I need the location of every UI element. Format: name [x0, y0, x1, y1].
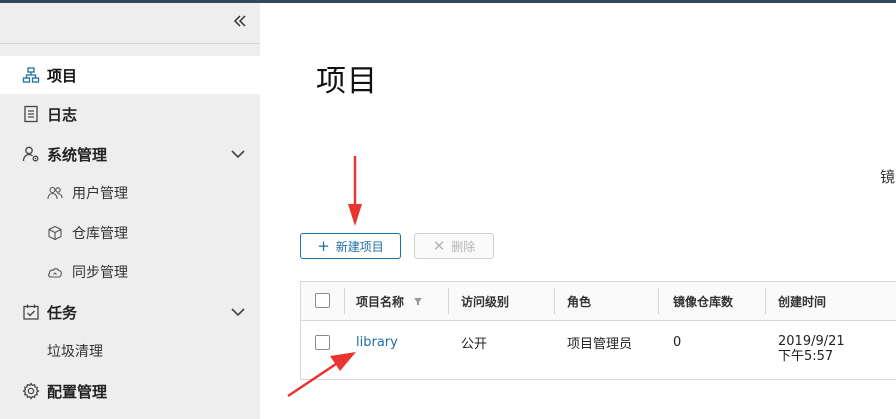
users-icon — [47, 186, 63, 200]
column-divider — [658, 288, 659, 314]
column-header-repo-count[interactable]: 镜像仓库数 — [673, 282, 733, 320]
projects-table: 项目名称 访问级别 角色 镜像仓库数 创建时间 library 公开 项目管理员… — [300, 281, 896, 380]
created-time-cell: 2019/9/21 下午5:57 — [778, 334, 845, 364]
project-name-link[interactable]: library — [356, 335, 398, 350]
delete-button[interactable]: ✕ 删除 — [414, 233, 494, 259]
chevron-down-icon — [231, 308, 245, 317]
double-chevron-left-icon — [233, 15, 246, 27]
access-level-cell: 公开 — [461, 336, 488, 352]
column-header-access[interactable]: 访问级别 — [461, 282, 509, 320]
sidebar-item-label: 任务 — [47, 303, 78, 322]
sidebar-item-system-admin[interactable]: 系统管理 — [0, 135, 260, 173]
truncated-text: 镜 — [880, 168, 896, 186]
new-project-label: 新建项目 — [335, 239, 384, 254]
sidebar-item-garbage-collection[interactable]: 垃圾清理 — [0, 332, 260, 370]
filter-icon[interactable] — [413, 296, 423, 306]
sidebar-item-registry-management[interactable]: 仓库管理 — [0, 214, 260, 252]
select-all-checkbox[interactable] — [315, 293, 330, 308]
sidebar-item-replication-management[interactable]: 同步管理 — [0, 253, 260, 291]
sidebar-item-projects[interactable]: 项目 — [0, 56, 260, 94]
log-icon — [24, 105, 38, 123]
sidebar: 项目 日志 系统管理 用户管理 仓库管理 同步管理 任务 垃圾清理 配置管理 — [0, 3, 260, 419]
cloud-icon — [48, 268, 62, 278]
sidebar-item-label: 同步管理 — [72, 265, 128, 281]
column-header-created[interactable]: 创建时间 — [778, 282, 826, 320]
sidebar-item-label: 项目 — [47, 66, 78, 85]
sidebar-item-user-management[interactable]: 用户管理 — [0, 174, 260, 212]
sidebar-item-label: 配置管理 — [47, 382, 108, 401]
project-icon — [22, 67, 40, 83]
row-checkbox[interactable] — [315, 335, 330, 350]
calendar-check-icon — [23, 304, 39, 320]
cube-icon — [48, 225, 62, 241]
close-icon: ✕ — [432, 236, 446, 255]
arrow-down-annotation — [348, 156, 362, 226]
repo-count-cell: 0 — [673, 334, 682, 350]
column-divider — [344, 288, 345, 314]
column-divider — [448, 288, 449, 314]
column-header-label: 项目名称 — [356, 294, 405, 309]
column-divider — [765, 288, 766, 314]
created-date: 2019/9/21 — [778, 334, 845, 349]
sidebar-item-label: 日志 — [47, 105, 78, 124]
sidebar-collapse-button[interactable] — [0, 3, 260, 44]
sidebar-item-label: 垃圾清理 — [47, 344, 103, 360]
sidebar-item-tasks[interactable]: 任务 — [0, 293, 260, 331]
column-divider — [554, 288, 555, 314]
sidebar-item-label: 用户管理 — [72, 186, 128, 202]
plus-icon: + — [317, 236, 330, 255]
gear-icon — [22, 382, 40, 400]
table-header: 项目名称 访问级别 角色 镜像仓库数 创建时间 — [301, 282, 896, 321]
chevron-down-icon — [231, 150, 245, 159]
created-time: 下午5:57 — [778, 349, 834, 364]
column-header-name[interactable]: 项目名称 — [356, 282, 423, 320]
sidebar-item-configuration[interactable]: 配置管理 — [0, 372, 260, 410]
column-header-role[interactable]: 角色 — [567, 282, 591, 320]
role-cell: 项目管理员 — [567, 336, 633, 352]
page-title: 项目 — [316, 64, 378, 99]
sidebar-item-label: 仓库管理 — [72, 226, 128, 242]
delete-label: 删除 — [451, 239, 476, 254]
sidebar-item-label: 系统管理 — [47, 145, 108, 164]
user-gear-icon — [22, 146, 39, 162]
sidebar-item-logs[interactable]: 日志 — [0, 95, 260, 133]
new-project-button[interactable]: + 新建项目 — [300, 233, 401, 259]
table-row[interactable]: library 公开 项目管理员 0 2019/9/21 下午5:57 — [301, 321, 896, 380]
